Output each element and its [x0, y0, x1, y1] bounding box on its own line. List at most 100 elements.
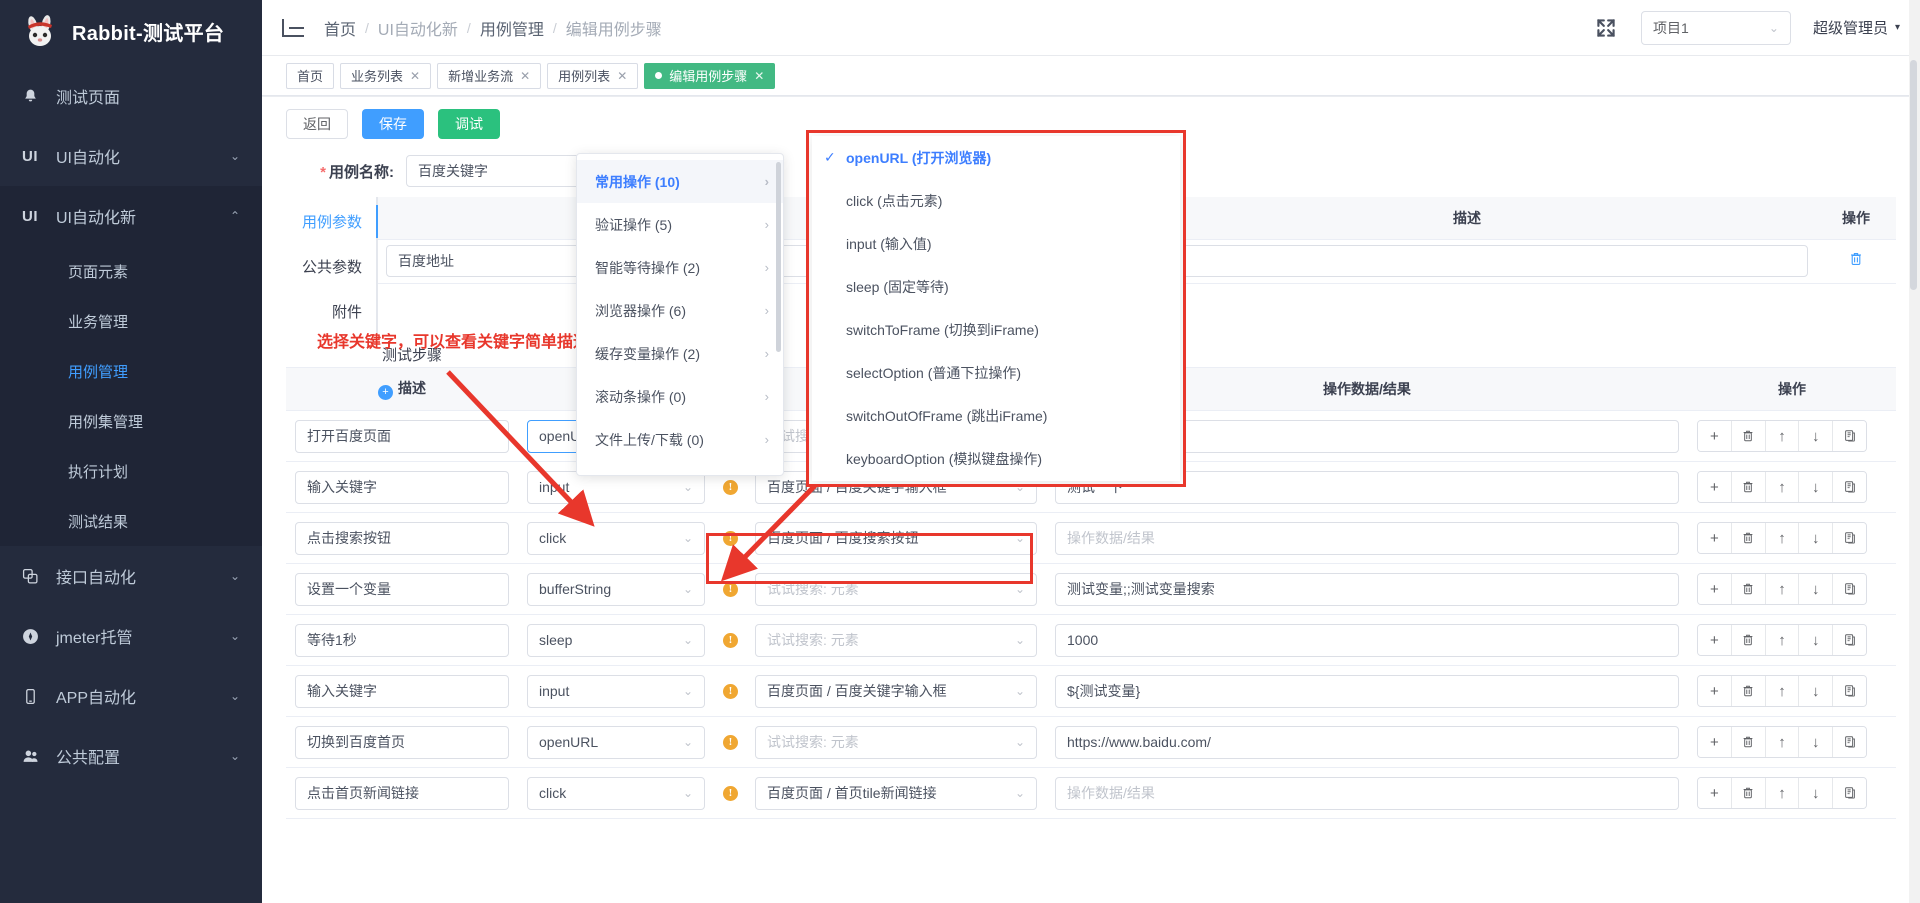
step-desc-input[interactable]: 点击首页新闻链接: [295, 776, 509, 810]
sidebar-item-test-page[interactable]: 测试页面: [0, 66, 262, 126]
info-icon[interactable]: !: [723, 683, 738, 699]
keyword-option-item[interactable]: input (输入值): [812, 222, 1180, 265]
info-icon[interactable]: !: [723, 581, 738, 597]
step-element-select[interactable]: 百度页面 / 百度搜索按钮 ⌄: [755, 521, 1037, 555]
close-icon[interactable]: ✕: [617, 70, 627, 82]
keyword-category-item[interactable]: 滚动条操作 (0) ›: [577, 375, 783, 418]
sidebar-item-case-mgmt[interactable]: 用例管理: [0, 346, 262, 396]
move-down-button[interactable]: ↓: [1799, 676, 1834, 706]
step-keyword-select[interactable]: sleep ⌄: [527, 623, 705, 657]
step-data-input[interactable]: 操作数据/结果: [1055, 521, 1679, 555]
step-data-input[interactable]: https://www.baidu.com/: [1055, 725, 1679, 759]
step-data-input[interactable]: 操作数据/结果: [1055, 776, 1679, 810]
move-down-button[interactable]: ↓: [1799, 472, 1834, 502]
keyword-category-item[interactable]: 文件上传/下载 (0) ›: [577, 418, 783, 461]
copy-step-button[interactable]: [1833, 727, 1866, 757]
copy-step-button[interactable]: [1833, 625, 1866, 655]
move-down-button[interactable]: ↓: [1799, 778, 1834, 808]
add-step-button[interactable]: +: [1698, 625, 1732, 655]
move-up-button[interactable]: ↑: [1765, 625, 1800, 655]
sidebar-item-common-config[interactable]: 公共配置 ⌄: [0, 726, 262, 786]
sidebar-item-ui-automation[interactable]: UI UI自动化 ⌄: [0, 126, 262, 186]
keyword-category-scrollbar[interactable]: [776, 162, 781, 352]
add-step-button[interactable]: +: [1698, 523, 1732, 553]
step-desc-input[interactable]: 点击搜索按钮: [295, 521, 509, 555]
step-keyword-select[interactable]: input ⌄: [527, 674, 705, 708]
move-down-button[interactable]: ↓: [1799, 727, 1834, 757]
add-step-button[interactable]: +: [1698, 676, 1732, 706]
close-icon[interactable]: ✕: [754, 70, 764, 82]
close-icon[interactable]: ✕: [520, 70, 530, 82]
info-icon[interactable]: !: [723, 734, 738, 750]
user-menu[interactable]: 超级管理员 ▾: [1813, 17, 1900, 38]
delete-step-button[interactable]: [1731, 778, 1766, 808]
delete-step-button[interactable]: [1731, 574, 1766, 604]
step-desc-input[interactable]: 设置一个变量: [295, 572, 509, 606]
tab-new-business-flow[interactable]: 新增业务流 ✕: [437, 62, 542, 89]
add-step-button[interactable]: +: [1698, 574, 1732, 604]
keyword-category-item[interactable]: 缓存变量操作 (2) ›: [577, 332, 783, 375]
move-up-button[interactable]: ↑: [1765, 472, 1800, 502]
move-down-button[interactable]: ↓: [1799, 523, 1834, 553]
copy-step-button[interactable]: [1833, 778, 1866, 808]
add-step-button[interactable]: +: [1698, 472, 1732, 502]
step-keyword-select[interactable]: bufferString ⌄: [527, 572, 705, 606]
keyword-category-item[interactable]: 浏览器操作 (6) ›: [577, 289, 783, 332]
sidebar-item-exec-plan[interactable]: 执行计划: [0, 446, 262, 496]
delete-step-button[interactable]: [1731, 421, 1766, 451]
add-step-button[interactable]: +: [1698, 421, 1732, 451]
move-up-button[interactable]: ↑: [1765, 523, 1800, 553]
step-keyword-select[interactable]: openURL ⌄: [527, 725, 705, 759]
info-icon[interactable]: !: [723, 785, 738, 801]
sidebar-item-test-result[interactable]: 测试结果: [0, 496, 262, 546]
move-up-button[interactable]: ↑: [1765, 676, 1800, 706]
info-icon[interactable]: !: [723, 530, 738, 546]
delete-step-button[interactable]: [1731, 676, 1766, 706]
step-desc-input[interactable]: 打开百度页面: [295, 419, 509, 453]
tab-case-list[interactable]: 用例列表 ✕: [547, 62, 639, 89]
breadcrumb-item-case-mgmt[interactable]: 用例管理: [480, 16, 544, 40]
step-keyword-select[interactable]: click ⌄: [527, 776, 705, 810]
param-delete-button[interactable]: [1816, 239, 1896, 284]
fullscreen-icon[interactable]: [1593, 15, 1619, 41]
brand-logo[interactable]: Rabbit-测试平台: [0, 0, 262, 62]
sidebar-item-caseset-mgmt[interactable]: 用例集管理: [0, 396, 262, 446]
keyword-option-item[interactable]: click (点击元素): [812, 179, 1180, 222]
sidebar-item-ui-automation-new[interactable]: UI UI自动化新 ⌃: [0, 186, 262, 246]
sidebar-item-jmeter[interactable]: jmeter托管 ⌄: [0, 606, 262, 666]
save-button[interactable]: 保存: [362, 109, 424, 139]
back-button[interactable]: 返回: [286, 109, 348, 139]
tab-common-params[interactable]: 公共参数: [286, 244, 376, 289]
move-down-button[interactable]: ↓: [1799, 625, 1834, 655]
move-up-button[interactable]: ↑: [1765, 574, 1800, 604]
keyword-category-item[interactable]: 智能等待操作 (2) ›: [577, 246, 783, 289]
move-up-button[interactable]: ↑: [1765, 727, 1800, 757]
move-down-button[interactable]: ↓: [1799, 574, 1834, 604]
step-element-select[interactable]: 试试搜索: 元素 ⌄: [755, 623, 1037, 657]
copy-step-button[interactable]: [1833, 676, 1866, 706]
hamburger-icon[interactable]: [282, 18, 304, 37]
step-desc-input[interactable]: 等待1秒: [295, 623, 509, 657]
keyword-category-item[interactable]: 常用操作 (10) ›: [577, 160, 783, 203]
sidebar-item-page-elements[interactable]: 页面元素: [0, 246, 262, 296]
copy-step-button[interactable]: [1833, 523, 1866, 553]
plus-circle-icon[interactable]: +: [378, 385, 393, 400]
add-step-button[interactable]: +: [1698, 778, 1732, 808]
step-element-select[interactable]: 百度页面 / 百度关键字输入框 ⌄: [755, 674, 1037, 708]
info-icon[interactable]: !: [723, 479, 738, 495]
keyword-category-item[interactable]: 验证操作 (5) ›: [577, 203, 783, 246]
step-element-select[interactable]: 试试搜索: 元素 ⌄: [755, 572, 1037, 606]
delete-step-button[interactable]: [1731, 523, 1766, 553]
move-down-button[interactable]: ↓: [1799, 421, 1834, 451]
step-element-select[interactable]: 百度页面 / 首页tile新闻链接 ⌄: [755, 776, 1037, 810]
step-desc-input[interactable]: 输入关键字: [295, 470, 509, 504]
step-data-input[interactable]: 1000: [1055, 623, 1679, 657]
copy-step-button[interactable]: [1833, 421, 1866, 451]
tab-edit-case-steps[interactable]: 编辑用例步骤 ✕: [644, 62, 776, 89]
breadcrumb-item-ui-new[interactable]: UI自动化新: [378, 16, 458, 40]
delete-step-button[interactable]: [1731, 472, 1766, 502]
delete-step-button[interactable]: [1731, 727, 1766, 757]
sidebar-item-app-automation[interactable]: APP自动化 ⌄: [0, 666, 262, 726]
keyword-option-item[interactable]: switchToFrame (切换到iFrame): [812, 308, 1180, 351]
step-data-input[interactable]: 测试变量;;测试变量搜索: [1055, 572, 1679, 606]
